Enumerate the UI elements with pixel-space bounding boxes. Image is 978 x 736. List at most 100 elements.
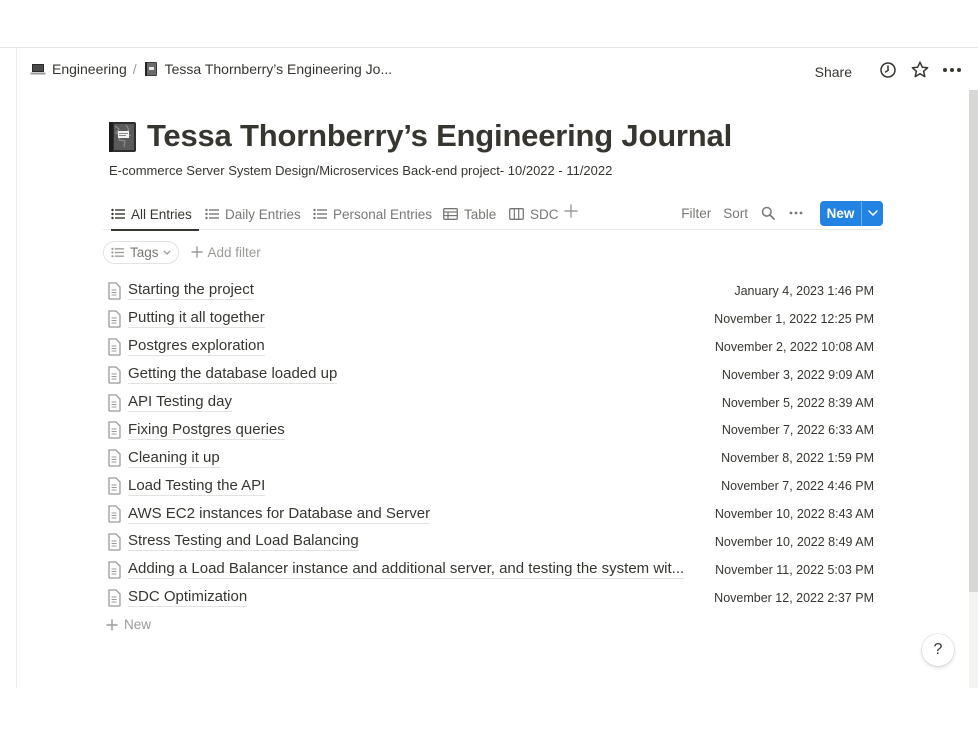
document-icon <box>108 533 121 551</box>
tab-all-entries[interactable]: All Entries <box>111 198 199 231</box>
star-icon[interactable] <box>908 58 932 82</box>
chevron-down-icon[interactable] <box>862 210 883 216</box>
list-item[interactable]: Postgres exploration November 2, 2022 10… <box>103 333 883 361</box>
view-toolbar: Filter Sort New <box>669 200 883 226</box>
list-icon <box>111 208 125 220</box>
entry-title[interactable]: Adding a Load Balancer instance and addi… <box>128 560 685 580</box>
document-icon <box>108 561 121 579</box>
topbar-actions: Share <box>815 58 964 82</box>
add-filter-label: Add filter <box>207 244 261 260</box>
tab-table[interactable]: Table <box>443 198 496 230</box>
tab-label: Table <box>464 206 497 222</box>
entry-date: November 10, 2022 8:43 AM <box>714 507 874 522</box>
scrollbar-thumb[interactable] <box>969 90 978 592</box>
new-entry-label: New <box>124 617 152 632</box>
breadcrumb-workspace[interactable]: Engineering <box>52 61 127 77</box>
tab-label: All Entries <box>131 206 192 222</box>
entry-date: November 2, 2022 10:08 AM <box>714 339 874 354</box>
breadcrumb-separator: / <box>132 61 137 77</box>
list-item[interactable]: Load Testing the API November 7, 2022 4:… <box>103 472 883 500</box>
entry-date: November 12, 2022 2:37 PM <box>714 590 874 605</box>
list-item[interactable]: Adding a Load Balancer instance and addi… <box>103 556 883 584</box>
tab-personal-entries[interactable]: Personal Entries <box>313 198 432 230</box>
page-title[interactable]: Tessa Thornberry’s Engineering Journal <box>147 118 732 154</box>
list-icon <box>313 208 327 220</box>
tab-sdc[interactable]: SDC <box>509 198 559 230</box>
view-tabs: All Entries Daily Entries Personal Entri… <box>103 198 883 231</box>
document-icon <box>108 449 121 467</box>
entry-title[interactable]: Stress Testing and Load Balancing <box>128 532 359 552</box>
plus-icon <box>190 246 203 258</box>
document-icon <box>108 589 121 607</box>
document-icon <box>108 338 121 356</box>
entry-title[interactable]: Postgres exploration <box>128 337 265 357</box>
notebook-icon <box>143 61 159 77</box>
more-icon[interactable] <box>940 58 964 82</box>
list-item[interactable]: Fixing Postgres queries November 7, 2022… <box>103 416 883 444</box>
table-icon <box>443 208 458 220</box>
document-icon <box>108 421 121 440</box>
tab-daily-entries[interactable]: Daily Entries <box>205 198 301 230</box>
document-icon <box>108 310 121 328</box>
list-item[interactable]: SDC Optimization November 12, 2022 2:37 … <box>103 584 883 612</box>
tab-label: Daily Entries <box>225 206 301 222</box>
entry-date: January 4, 2023 1:46 PM <box>734 283 874 298</box>
list-item[interactable]: Cleaning it up November 8, 2022 1:59 PM <box>103 444 883 472</box>
new-button-label[interactable]: New <box>820 200 862 226</box>
filter-button[interactable]: Filter <box>681 206 711 221</box>
chevron-down-icon <box>163 250 170 255</box>
entry-date: November 8, 2022 1:59 PM <box>721 451 874 466</box>
tags-filter-pill[interactable]: Tags <box>103 240 179 264</box>
entry-date: November 7, 2022 6:33 AM <box>721 423 874 438</box>
tab-label: Personal Entries <box>333 206 433 222</box>
laptop-icon <box>30 61 46 77</box>
clock-icon[interactable] <box>876 58 900 82</box>
list-item[interactable]: AWS EC2 instances for Database and Serve… <box>103 500 883 528</box>
list-icon <box>111 247 124 257</box>
notebook-icon[interactable] <box>106 120 140 154</box>
entry-title[interactable]: Getting the database loaded up <box>128 365 338 385</box>
plus-icon <box>106 618 118 631</box>
sort-button[interactable]: Sort <box>723 206 748 221</box>
entry-title[interactable]: API Testing day <box>128 393 232 412</box>
list-item[interactable]: Putting it all together November 1, 2022… <box>103 305 883 333</box>
document-icon <box>108 477 121 495</box>
entry-date: November 7, 2022 4:46 PM <box>721 479 874 494</box>
entry-title[interactable]: Cleaning it up <box>128 449 220 468</box>
entry-title[interactable]: SDC Optimization <box>128 588 248 608</box>
topbar: Engineering / Tessa Thornberry’s Enginee… <box>16 48 978 90</box>
tags-label: Tags <box>130 244 159 260</box>
search-icon[interactable] <box>760 205 776 221</box>
new-entry-button[interactable]: New <box>820 200 883 226</box>
list-icon <box>205 208 219 220</box>
entry-date: November 3, 2022 9:09 AM <box>721 367 874 382</box>
tab-label: SDC <box>530 206 559 222</box>
share-button[interactable]: Share <box>815 64 852 80</box>
entry-date: November 1, 2022 12:25 PM <box>714 311 874 326</box>
entry-date: November 11, 2022 5:03 PM <box>715 562 874 577</box>
add-filter-button[interactable]: Add filter <box>190 244 261 260</box>
bottom-margin <box>0 688 978 736</box>
entries-list: Starting the project January 4, 2023 1:4… <box>103 277 883 612</box>
list-item[interactable]: Getting the database loaded up November … <box>103 361 883 389</box>
entry-title[interactable]: AWS EC2 instances for Database and Serve… <box>128 505 431 524</box>
list-item[interactable]: Starting the project January 4, 2023 1:4… <box>103 277 883 305</box>
list-item[interactable]: Stress Testing and Load Balancing Novemb… <box>103 528 883 556</box>
document-icon <box>108 365 121 384</box>
board-icon <box>509 208 524 220</box>
document-icon <box>108 282 121 300</box>
document-icon <box>108 393 121 412</box>
entry-title[interactable]: Fixing Postgres queries <box>128 421 285 440</box>
more-icon[interactable] <box>788 205 804 221</box>
add-new-entry-button[interactable]: New <box>106 617 151 632</box>
entry-date: November 10, 2022 8:49 AM <box>714 534 874 549</box>
list-item[interactable]: API Testing day November 5, 2022 8:39 AM <box>103 389 883 417</box>
document-icon <box>108 505 121 523</box>
entry-title[interactable]: Putting it all together <box>128 309 265 329</box>
entry-title[interactable]: Starting the project <box>128 281 254 301</box>
breadcrumb-page[interactable]: Tessa Thornberry’s Engineering Jo... <box>165 61 393 77</box>
help-button[interactable]: ? <box>922 634 954 666</box>
page-description[interactable]: E-commerce Server System Design/Microser… <box>109 163 612 178</box>
entry-title[interactable]: Load Testing the API <box>128 477 266 496</box>
add-view-plus-icon[interactable] <box>564 204 582 222</box>
